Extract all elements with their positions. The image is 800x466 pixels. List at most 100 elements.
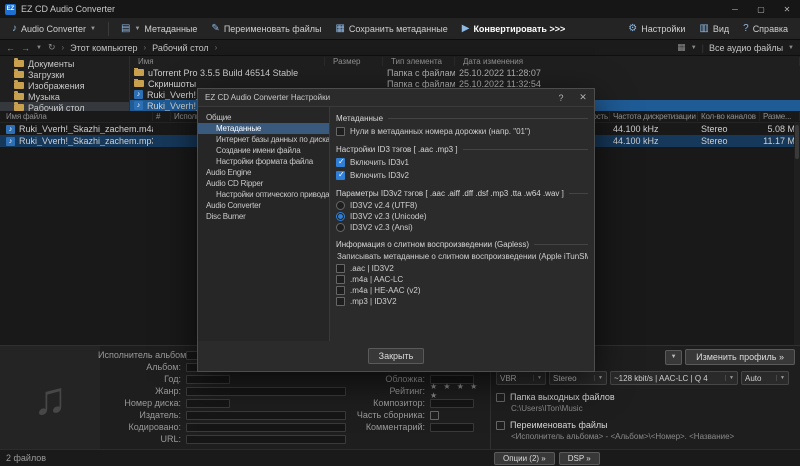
rename-files-button[interactable]: ✎ Переименовать файлы <box>205 22 327 36</box>
column-filename[interactable]: Имя файла <box>3 112 153 121</box>
id3v2-utf8-option[interactable]: ID3V2 v2.4 (UTF8) <box>336 200 588 211</box>
chevron-down-icon[interactable]: ▼ <box>691 45 697 51</box>
close-button[interactable]: ✕ <box>774 0 800 18</box>
breadcrumb-root[interactable]: Этот компьютер <box>70 43 137 53</box>
tree-item-filename[interactable]: Создание имени файла <box>198 145 329 156</box>
grid-view-icon[interactable]: ▦ <box>677 42 686 53</box>
checkbox-icon[interactable] <box>336 275 345 284</box>
compilation-checkbox[interactable] <box>430 411 439 420</box>
year-field[interactable] <box>186 375 230 384</box>
sidebar-item-downloads[interactable]: Загрузки <box>0 69 129 80</box>
options-button[interactable]: Опции (2) » <box>494 452 555 465</box>
chevron-down-icon: ▼ <box>533 375 542 381</box>
publisher-field[interactable] <box>186 411 346 420</box>
gapless-m4a-heaac-option[interactable]: .m4a | HE-AAC (v2) <box>336 285 588 296</box>
profile-menu-button[interactable]: ▼ <box>665 350 682 365</box>
chevron-down-icon[interactable]: ▼ <box>788 45 794 51</box>
maximize-button[interactable]: ▢ <box>748 0 774 18</box>
column-modified[interactable]: Дата изменения <box>455 57 800 66</box>
vertical-scrollbar[interactable] <box>794 123 800 345</box>
enable-id3v2-option[interactable]: Включить ID3v2 <box>336 169 588 182</box>
tree-item-cd-ripper[interactable]: Audio CD Ripper <box>198 178 329 189</box>
rename-pattern[interactable]: <Исполнитель альбома> - <Альбом>\<Номер>… <box>496 432 795 441</box>
enable-id3v1-option[interactable]: Включить ID3v1 <box>336 156 588 169</box>
scrollbar-thumb[interactable] <box>795 125 799 159</box>
column-size[interactable]: Разме... <box>760 112 800 121</box>
column-name[interactable]: Имя <box>130 57 325 66</box>
gapless-aac-option[interactable]: .aac | ID3V2 <box>336 263 588 274</box>
column-size[interactable]: Размер <box>325 57 383 66</box>
minimize-button[interactable]: ─ <box>722 0 748 18</box>
checkbox-checked-icon[interactable] <box>336 171 345 180</box>
metadata-button[interactable]: ▤ ▼ Метаданные <box>115 22 203 36</box>
dialog-close-button[interactable]: ✕ <box>572 89 594 106</box>
format-select[interactable]: ~128 kbit/s | AAC-LC | Q 4▼ <box>610 371 738 385</box>
breadcrumb-folder[interactable]: Рабочий стол <box>152 43 209 53</box>
view-button[interactable]: ▥ Вид <box>693 22 735 36</box>
radio-icon[interactable] <box>336 201 345 210</box>
tree-item-audio-engine[interactable]: Audio Engine <box>198 167 329 178</box>
change-profile-button[interactable]: Изменить профиль » <box>685 349 795 365</box>
gapless-mp3-option[interactable]: .mp3 | ID3V2 <box>336 296 588 307</box>
leading-zeros-option[interactable]: Нули в метаданных номера дорожки (напр. … <box>336 125 588 138</box>
radio-selected-icon[interactable] <box>336 212 345 221</box>
column-type[interactable]: Тип элемента <box>383 57 455 66</box>
column-channels[interactable]: Кол-во каналов <box>698 112 760 121</box>
view-icon: ▥ <box>699 24 708 34</box>
chevron-down-icon: ▼ <box>134 26 140 32</box>
tree-item-format-settings[interactable]: Настройки формата файла <box>198 156 329 167</box>
album-art-placeholder[interactable]: ♫ <box>0 346 100 450</box>
checkbox-icon[interactable] <box>336 297 345 306</box>
bitrate-mode-select[interactable]: VBR▼ <box>496 371 546 385</box>
rating-stars[interactable]: ★ ★ ★ ★ ★ <box>430 382 488 400</box>
checkbox-icon[interactable] <box>336 264 345 273</box>
save-metadata-button[interactable]: ▦ Сохранить метаданные <box>329 22 453 36</box>
comment-field[interactable] <box>430 423 474 432</box>
composer-field[interactable] <box>430 399 474 408</box>
close-settings-button[interactable]: Закрыть <box>368 348 425 364</box>
refresh-icon[interactable]: ↻ <box>48 42 56 53</box>
genre-field[interactable] <box>186 387 346 396</box>
app-menu-button[interactable]: ♪ Audio Converter ▼ <box>6 22 102 36</box>
sidebar-item-pictures[interactable]: Изображения <box>0 80 129 91</box>
output-folder-checkbox[interactable] <box>496 393 505 402</box>
id3v2-unicode-option[interactable]: ID3V2 v2.3 (Unicode) <box>336 211 588 222</box>
history-chevron-icon[interactable]: ▼ <box>36 45 42 51</box>
sidebar-item-documents[interactable]: Документы <box>0 58 129 69</box>
disc-number-field[interactable] <box>186 399 230 408</box>
tree-item-disc-burner[interactable]: Disc Burner <box>198 211 329 222</box>
convert-button[interactable]: ▶ Конвертировать >>> <box>456 22 572 36</box>
checkbox-icon[interactable] <box>336 127 345 136</box>
radio-icon[interactable] <box>336 223 345 232</box>
file-filter-select[interactable]: Все аудио файлы <box>709 43 783 53</box>
help-button[interactable]: ? Справка <box>737 22 794 36</box>
encoded-field[interactable] <box>186 423 346 432</box>
dsp-button[interactable]: DSP » <box>559 452 600 465</box>
settings-button[interactable]: ⚙ Настройки <box>622 22 691 36</box>
tree-item-metadata[interactable]: Метаданные <box>198 123 329 134</box>
forward-icon[interactable]: → <box>21 43 30 53</box>
column-number[interactable]: # <box>153 112 171 121</box>
url-field[interactable] <box>186 435 346 444</box>
output-folder-path[interactable]: C:\Users\ITon\Music <box>496 404 795 413</box>
tree-item-internet-db[interactable]: Интернет базы данных по дискам <box>198 134 329 145</box>
quality-select[interactable]: Auto▼ <box>741 371 789 385</box>
gapless-m4a-aaclc-option[interactable]: .m4a | AAC-LC <box>336 274 588 285</box>
id3v2-ansi-option[interactable]: ID3V2 v2.3 (Ansi) <box>336 222 588 233</box>
checkbox-icon[interactable] <box>336 286 345 295</box>
tree-item-optical-drive[interactable]: Настройки оптического привода <box>198 189 329 200</box>
checkbox-checked-icon[interactable] <box>336 158 345 167</box>
dialog-help-button[interactable]: ? <box>550 89 572 106</box>
sidebar-item-music[interactable]: Музыка <box>0 91 129 102</box>
column-sample-rate[interactable]: Частота дискретизации <box>610 112 698 121</box>
file-row[interactable]: uTorrent Pro 3.5.5 Build 46514 Stable Па… <box>130 67 800 78</box>
section-id3v2-params: Параметры ID3v2 тэгов [ .aac .aiff .dff … <box>336 186 588 200</box>
section-gapless: Информация о слитном воспроизведении (Ga… <box>336 237 588 251</box>
back-icon[interactable]: ← <box>6 43 15 53</box>
tree-item-audio-converter[interactable]: Audio Converter <box>198 200 329 211</box>
tree-item-general[interactable]: Общие <box>198 112 329 123</box>
rename-files-checkbox[interactable] <box>496 421 505 430</box>
gear-icon: ⚙ <box>628 24 637 34</box>
audio-file-icon: ♪ <box>6 125 15 134</box>
channels-select[interactable]: Stereo▼ <box>549 371 607 385</box>
